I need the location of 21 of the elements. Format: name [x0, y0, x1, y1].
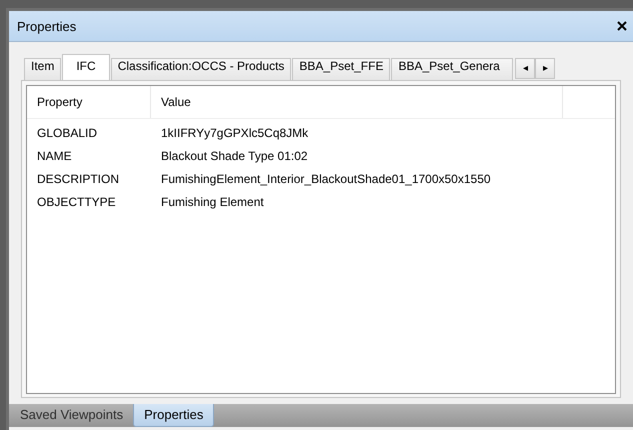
tab[interactable]: IFC: [62, 54, 110, 80]
close-icon[interactable]: [617, 21, 627, 31]
column-header[interactable]: Value: [151, 86, 563, 118]
window-title: Properties: [17, 18, 76, 34]
property-name: DESCRIPTION: [36, 171, 120, 188]
tab[interactable]: Item: [24, 58, 62, 80]
property-name: OBJECTTYPE: [36, 194, 117, 211]
tab[interactable]: Classification:OCCS - Products: [110, 58, 292, 80]
property-name: NAME: [36, 148, 73, 165]
property-value: Fumishing Element: [160, 194, 265, 211]
property-value: FumishingElement_Interior_BlackoutShade01_1700x50x1550: [160, 171, 492, 188]
scroll-left-button[interactable]: ◂: [515, 58, 536, 79]
bottom-tab[interactable]: Saved Viewpoints: [10, 404, 134, 427]
scroll-right-button[interactable]: ▸: [535, 58, 556, 79]
bottom-tab[interactable]: Properties: [133, 404, 214, 427]
tab[interactable]: BBA_Pset_Genera: [391, 58, 514, 80]
property-name: GLOBALID: [36, 125, 98, 142]
column-header[interactable]: Property: [27, 86, 151, 118]
tab[interactable]: BBA_Pset_FFE: [292, 58, 390, 80]
property-value: 1kIIFRYy7gGPXlc5Cq8JMk: [160, 125, 310, 142]
property-value: Blackout Shade Type 01:02: [160, 148, 309, 165]
